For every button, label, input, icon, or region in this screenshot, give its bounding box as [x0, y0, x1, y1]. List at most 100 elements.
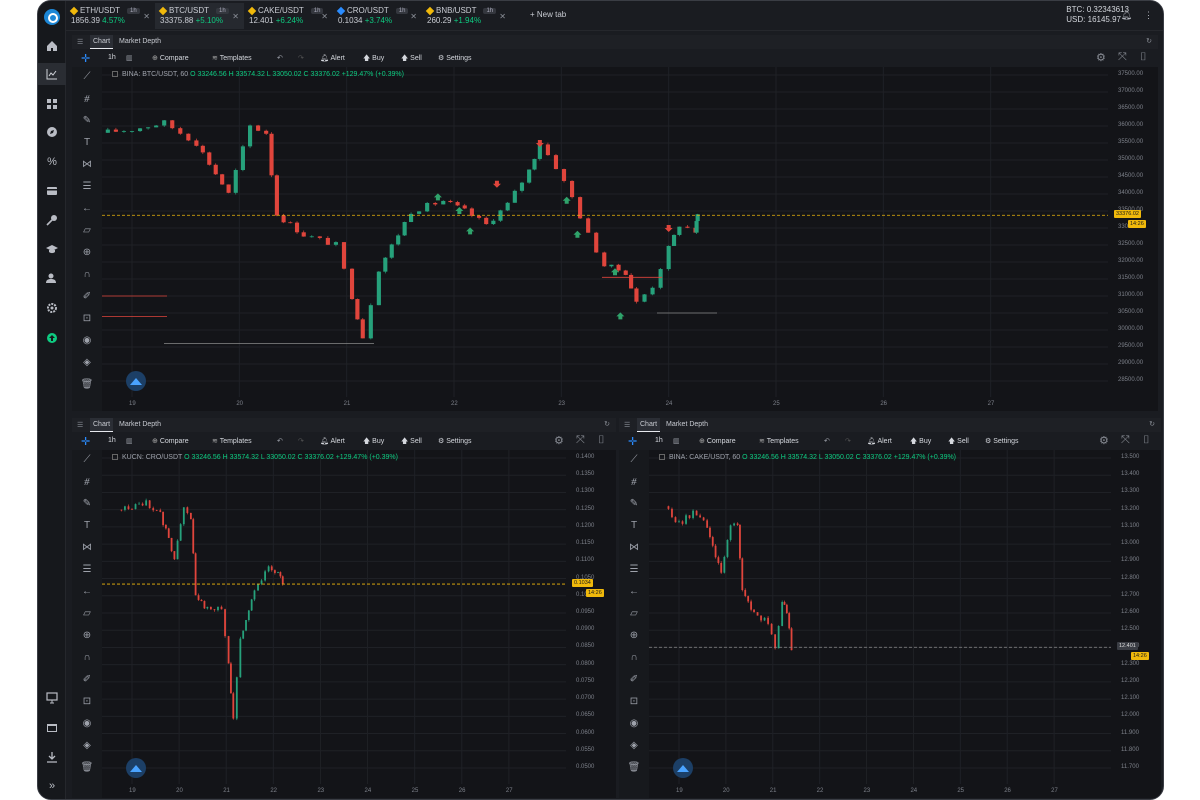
templates-button[interactable]: ≋ Templates	[759, 437, 799, 445]
trash-icon[interactable]: 🗑︎	[72, 379, 102, 390]
fib-icon[interactable]: ⧣	[619, 476, 649, 487]
tab-bnb-usdt[interactable]: BNB/USDT 1h 260.29 +1.94% ✕	[422, 3, 511, 29]
buy-button[interactable]: 🡅 Buy	[363, 54, 384, 65]
collapse-icon[interactable]	[112, 454, 118, 460]
eye-icon[interactable]: ◉	[619, 718, 649, 729]
buy-signal-arrow[interactable]	[455, 207, 464, 214]
sell-button[interactable]: 🡅 Sell	[401, 437, 422, 448]
pattern-icon[interactable]: ⋈	[72, 542, 102, 553]
crosshair-icon[interactable]: ✛	[628, 435, 637, 448]
collapse-icon[interactable]	[659, 454, 665, 460]
trendline-icon[interactable]: ⟋	[72, 454, 102, 465]
more-icon[interactable]: ⋮	[1144, 10, 1153, 21]
candlestick-chart[interactable]	[649, 450, 1155, 784]
fullscreen-icon[interactable]: ⤧	[576, 434, 585, 447]
time-axis[interactable]: 19 20 21 22 23 24 25 26 27	[102, 786, 566, 798]
time-axis[interactable]: 19 20 21 22 23 24 25 26 27	[649, 786, 1111, 798]
chart-icon[interactable]	[38, 63, 66, 85]
lock-pen-icon[interactable]: ✐	[72, 291, 102, 302]
ruler-lines-icon[interactable]: ☰	[619, 564, 649, 575]
interval-button[interactable]: 1h	[108, 437, 116, 444]
crosshair-icon[interactable]: ✛	[81, 52, 90, 65]
zoom-in-icon[interactable]: ⊕	[72, 630, 102, 641]
tab-market-depth[interactable]: Market Depth	[119, 421, 161, 428]
compare-button[interactable]: ⊕ Compare	[699, 437, 736, 445]
undo-icon[interactable]: ↶	[277, 437, 283, 445]
undo-icon[interactable]: ↶	[277, 54, 283, 62]
zoom-in-icon[interactable]: ⊕	[72, 247, 102, 258]
graduation-icon[interactable]	[38, 238, 66, 260]
redo-icon[interactable]: ↷	[298, 54, 304, 62]
wallet-icon[interactable]	[38, 180, 66, 202]
trash-icon[interactable]: 🗑︎	[72, 762, 102, 773]
fullscreen-icon[interactable]: ⤧	[1118, 51, 1127, 64]
ruler-lines-icon[interactable]: ☰	[72, 181, 102, 192]
sell-button[interactable]: 🡅 Sell	[401, 54, 422, 65]
magnet-icon[interactable]: ∩	[72, 269, 102, 280]
refresh-icon[interactable]: ↻	[1149, 420, 1155, 428]
gear-icon[interactable]: ⚙	[554, 434, 564, 447]
gear-icon[interactable]: ⚙	[1099, 434, 1109, 447]
tab-cake-usdt[interactable]: CAKE/USDT 1h 12.401 +6.24% ✕	[244, 3, 333, 29]
measure-icon[interactable]: ▱	[619, 608, 649, 619]
eye-icon[interactable]: ◉	[72, 335, 102, 346]
measure-icon[interactable]: ▱	[72, 608, 102, 619]
camera-icon[interactable]: ⌷	[1140, 51, 1147, 64]
price-axis[interactable]: 37500.00 37000.00 36500.00 36000.00 35500.00…	[1114, 67, 1158, 397]
pattern-icon[interactable]: ⋈	[72, 159, 102, 170]
user-icon[interactable]	[38, 267, 66, 289]
download-icon[interactable]	[38, 746, 66, 768]
camera-icon[interactable]: ⌷	[1143, 434, 1150, 447]
bell-icon[interactable]: 🔔︎	[1121, 10, 1132, 21]
tab-market-depth[interactable]: Market Depth	[666, 421, 708, 428]
arrow-left-icon[interactable]: ←	[72, 203, 102, 214]
ruler-lines-icon[interactable]: ☰	[72, 564, 102, 575]
menu-icon[interactable]: ☰	[624, 421, 630, 429]
sell-button[interactable]: 🡅 Sell	[948, 437, 969, 448]
fullscreen-icon[interactable]: ⤧	[1121, 434, 1130, 447]
brush-icon[interactable]: ✎	[72, 498, 102, 509]
candlestick-chart[interactable]	[102, 67, 1152, 397]
templates-button[interactable]: ≋ Templates	[212, 54, 252, 62]
menu-icon[interactable]: ☰	[77, 38, 83, 46]
buy-signal-arrow[interactable]	[562, 196, 571, 204]
text-icon[interactable]: T	[72, 520, 102, 531]
alert-button[interactable]: 🔔︎ Alert	[867, 437, 892, 445]
brush-icon[interactable]: ✎	[619, 498, 649, 509]
tab-btc-usdt[interactable]: BTC/USDT 1h 33375.88 +5.10% ✕	[155, 3, 244, 29]
collapse-icon[interactable]	[112, 71, 118, 77]
trendline-icon[interactable]: ⟋	[72, 71, 102, 82]
pattern-icon[interactable]: ⋈	[619, 542, 649, 553]
compare-button[interactable]: ⊕ Compare	[152, 54, 189, 62]
close-icon[interactable]: ✕	[232, 12, 239, 21]
candle-type-icon[interactable]: ▥	[673, 437, 680, 445]
arrow-left-icon[interactable]: ←	[72, 586, 102, 597]
tab-chart[interactable]: Chart	[90, 418, 114, 432]
tab-cro-usdt[interactable]: CRO/USDT 1h 0.1034 +3.74% ✕	[333, 3, 422, 29]
menu-icon[interactable]: ☰	[77, 421, 83, 429]
close-icon[interactable]: ✕	[321, 12, 328, 21]
layers-icon[interactable]: ◈	[72, 740, 102, 751]
layers-icon[interactable]: ◈	[619, 740, 649, 751]
upgrade-icon[interactable]	[38, 327, 66, 349]
templates-button[interactable]: ≋ Templates	[212, 437, 252, 445]
lock-pen-icon[interactable]: ✐	[72, 674, 102, 685]
sell-signal-arrow[interactable]	[535, 140, 544, 147]
fib-icon[interactable]: ⧣	[72, 476, 102, 487]
undo-icon[interactable]: ↶	[824, 437, 830, 445]
compass-icon[interactable]	[38, 121, 66, 143]
sell-signal-arrow[interactable]	[492, 180, 501, 188]
measure-icon[interactable]: ▱	[72, 225, 102, 236]
layers-icon[interactable]: ◈	[72, 357, 102, 368]
buy-signal-arrow[interactable]	[573, 230, 582, 238]
alert-button[interactable]: 🔔︎ Alert	[320, 437, 345, 445]
candlestick-chart[interactable]	[102, 450, 610, 784]
key-icon[interactable]	[38, 209, 66, 231]
lock-icon[interactable]: ⊡	[619, 696, 649, 707]
price-axis[interactable]: 0.1400 0.1350 0.1300 0.1250 0.1200 0.1150 0.11…	[572, 450, 616, 784]
magnet-icon[interactable]: ∩	[72, 652, 102, 663]
close-icon[interactable]: ✕	[143, 12, 150, 21]
monitor-icon[interactable]	[38, 687, 66, 709]
new-tab-button[interactable]: + New tab	[530, 10, 566, 19]
trash-icon[interactable]: 🗑︎	[619, 762, 649, 773]
